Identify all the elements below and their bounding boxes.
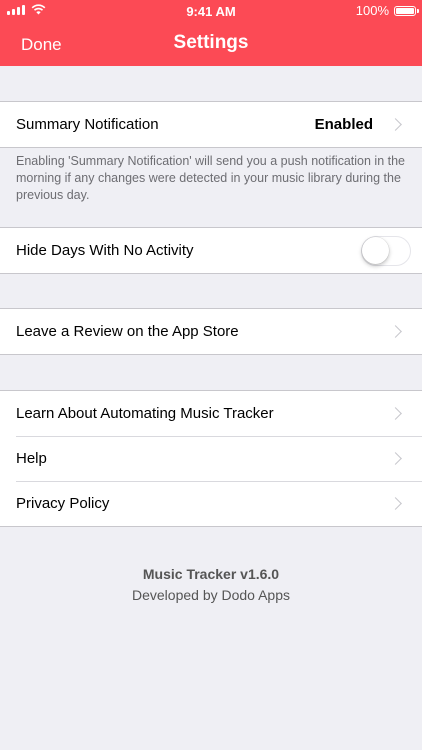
battery-icon [394,5,419,16]
activity-group: Hide Days With No Activity [0,227,422,274]
hide-days-label: Hide Days With No Activity [16,242,194,259]
summary-notification-row[interactable]: Summary Notification Enabled [0,102,422,147]
notification-group: Summary Notification Enabled [0,101,422,148]
chevron-right-icon [389,497,402,510]
app-developer: Developed by Dodo Apps [132,587,290,603]
chevron-right-icon [389,325,402,338]
summary-notification-footnote: Enabling 'Summary Notification' will sen… [16,154,406,202]
app-version: Music Tracker v1.6.0 [142,566,280,582]
learn-automating-label: Learn About Automating Music Tracker [16,405,274,422]
leave-review-row[interactable]: Leave a Review on the App Store [0,309,422,354]
help-row[interactable]: Help [0,436,422,481]
summary-notification-value: Enabled [314,116,373,133]
toggle-knob [362,236,389,264]
chevron-right-icon [389,407,402,420]
privacy-policy-row[interactable]: Privacy Policy [0,481,422,526]
page-title: Settings [173,32,249,53]
help-label: Help [16,450,47,467]
battery-percentage: 100% [355,3,389,18]
chevron-right-icon [389,118,402,131]
learn-automating-row[interactable]: Learn About Automating Music Tracker [0,391,422,436]
status-right: 100% [355,3,419,18]
hide-days-row: Hide Days With No Activity [0,228,422,273]
navigation-bar: 9:41 AM 100% Done Settings [0,0,422,66]
hide-days-toggle[interactable] [361,235,411,266]
chevron-right-icon [389,452,402,465]
info-group: Learn About Automating Music Tracker Hel… [0,390,422,527]
summary-notification-label: Summary Notification [16,116,159,133]
privacy-policy-label: Privacy Policy [16,495,110,512]
review-group: Leave a Review on the App Store [0,308,422,355]
leave-review-label: Leave a Review on the App Store [16,323,239,340]
status-bar: 9:41 AM 100% [0,0,422,22]
